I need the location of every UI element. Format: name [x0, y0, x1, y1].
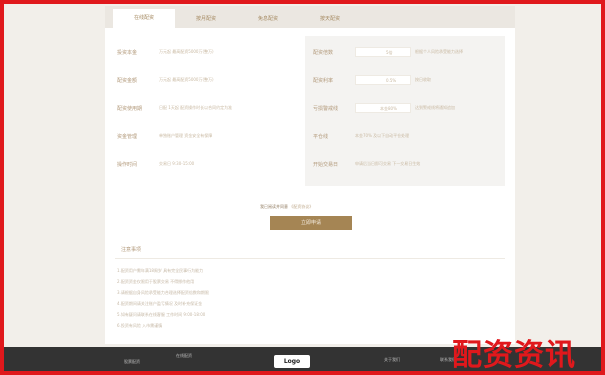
field-rate: 配资利率 0.5% 按日收取 — [313, 74, 503, 88]
field-label: 配资倍数 — [313, 50, 334, 56]
field-label: 操作时间 — [117, 162, 138, 168]
tab-monthly-margin[interactable]: 按月配资 — [175, 11, 237, 28]
field-label: 亏损警戒线 — [313, 106, 339, 112]
rate-select[interactable]: 0.5% — [355, 75, 411, 85]
field-label: 配资利率 — [313, 78, 334, 84]
apply-button[interactable]: 立即申请 — [270, 216, 352, 230]
note-item: 2.配资资金仅限用于股票交易 不得挪作他用 — [117, 279, 195, 284]
footer-link[interactable]: 在线配资 — [176, 353, 192, 359]
field-principal: 投资本金 万元起 最高配资5000万(整万) — [117, 46, 297, 60]
field-amount: 配资金额 万元起 最高配资5000万(整万) — [117, 74, 297, 88]
field-value: 单独账户管理 资金安全有保障 — [159, 133, 213, 138]
options-box: 配资倍数 5倍 根据个人风险承受能力选择 配资利率 0.5% 按日收取 亏损警戒… — [305, 36, 505, 186]
agreement-text: 我已阅读并同意 — [260, 204, 288, 209]
agreement-link[interactable]: 《配资协议》 — [289, 204, 313, 209]
note-item: 3.请根据自身风险承受能力合理选择配资倍数和期限 — [117, 290, 209, 295]
field-hours: 操作时间 交易日 9:30-15:00 — [117, 158, 297, 172]
field-warning-line: 亏损警戒线 本金80% 达到警戒线将通知追加 — [313, 102, 503, 116]
field-management: 资金管理 单独账户管理 资金安全有保障 — [117, 130, 297, 144]
field-label: 配资金额 — [117, 78, 138, 84]
footer-logo[interactable]: Logo — [274, 355, 310, 368]
field-label: 开始交易日 — [313, 162, 339, 168]
field-label: 资金管理 — [117, 134, 138, 140]
footer-link[interactable]: 股票配资 — [124, 359, 140, 365]
note-item: 4.配资期间请关注账户盈亏情况 及时补充保证金 — [117, 301, 203, 306]
field-value: 申请后当日即可交易 下一交易日生效 — [355, 161, 421, 166]
field-value: 交易日 9:30-15:00 — [159, 161, 195, 166]
leverage-select[interactable]: 5倍 — [355, 47, 411, 57]
warning-line-select[interactable]: 本金80% — [355, 103, 411, 113]
tab-online-margin[interactable]: 在线配资 — [113, 9, 175, 28]
note-item: 6.投资有风险 入市需谨慎 — [117, 323, 163, 328]
agreement-hint: 我已阅读并同意 《配资协议》 — [260, 204, 313, 210]
field-extra: 根据个人风险承受能力选择 — [415, 49, 463, 54]
field-leverage: 配资倍数 5倍 根据个人风险承受能力选择 — [313, 46, 503, 60]
tab-free-margin[interactable]: 免息配资 — [237, 11, 299, 28]
tab-bar: 在线配资 按月配资 免息配资 按天配资 — [105, 6, 515, 28]
field-label: 配资使用期 — [117, 106, 143, 112]
notes-title: 注意事项 — [121, 247, 142, 253]
divider — [115, 258, 505, 259]
field-value: 万元起 最高配资5000万(整万) — [159, 49, 214, 54]
field-value: 万元起 最高配资5000万(整万) — [159, 77, 214, 82]
field-start-day: 开始交易日 申请后当日即可交易 下一交易日生效 — [313, 158, 503, 172]
field-label: 投资本金 — [117, 50, 138, 56]
note-item: 5.如有疑问请联系在线客服 工作时间 9:00-18:00 — [117, 312, 206, 317]
field-value: 本金70% 及以下自动平仓处理 — [355, 133, 410, 138]
tab-daily-margin[interactable]: 按天配资 — [299, 11, 361, 28]
field-label: 平仓线 — [313, 134, 329, 140]
field-liquidation-line: 平仓线 本金70% 及以下自动平仓处理 — [313, 130, 503, 144]
main-panel: 在线配资 按月配资 免息配资 按天配资 投资本金 万元起 最高配资5000万(整… — [105, 6, 515, 344]
field-period: 配资使用期 日配 1天起 配资操作时长以合同约定为准 — [117, 102, 297, 116]
watermark-text: 配资资讯 — [452, 338, 576, 373]
field-extra: 达到警戒线将通知追加 — [415, 105, 455, 110]
field-value: 日配 1天起 配资操作时长以合同约定为准 — [159, 105, 233, 110]
note-item: 1.配资用户需年满18周岁 具有完全民事行为能力 — [117, 268, 204, 273]
footer-link[interactable]: 关于我们 — [384, 357, 400, 363]
field-extra: 按日收取 — [415, 77, 431, 82]
